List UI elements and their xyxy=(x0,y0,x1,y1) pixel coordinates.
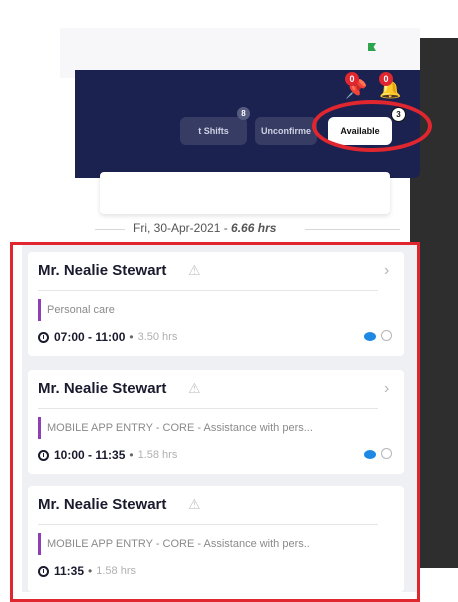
date-divider-left xyxy=(95,229,125,230)
bell-badge: 0 xyxy=(379,72,393,86)
tab-unconfirmed[interactable]: Unconfirme xyxy=(255,117,317,145)
filter-panel xyxy=(100,172,390,214)
date-label: Fri, 30-Apr-2021 - 6.66 hrs xyxy=(133,221,276,235)
tab-shifts-count: 8 xyxy=(237,107,250,120)
tab-shifts-label: t Shifts xyxy=(198,126,229,136)
date-header: Fri, 30-Apr-2021 - 6.66 hrs xyxy=(95,218,425,240)
highlight-circle xyxy=(312,100,432,152)
tab-unconfirmed-label: Unconfirme xyxy=(261,126,312,136)
highlight-box xyxy=(10,242,420,602)
date-text: Fri, 30-Apr-2021 - xyxy=(133,221,232,235)
tab-shifts[interactable]: t Shifts xyxy=(180,117,247,145)
pin-badge: 0 xyxy=(345,72,359,86)
date-divider-right xyxy=(305,229,400,230)
date-hours: 6.66 hrs xyxy=(231,221,277,235)
